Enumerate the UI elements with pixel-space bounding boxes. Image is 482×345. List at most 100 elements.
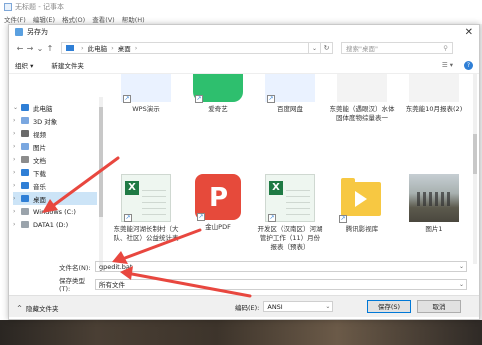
scrollbar-thumb[interactable] [473,134,477,174]
chevron-right-icon[interactable]: › [13,221,21,228]
view-options-icon[interactable]: ☰ ▾ [442,61,453,69]
sidebar-item-windows-c[interactable]: › Windows (C:) [13,205,97,218]
sidebar-item-this-pc[interactable]: ⌄ 此电脑 [13,101,97,114]
notepad-icon [4,3,12,11]
file-list: ↗ WPS演示 ↗ 爱奇艺 ↗ 百度网盘 东莞能（遇眼汉）水体固体度物综量表一 … [109,74,471,264]
chevron-down-icon[interactable]: ⌄ [459,262,464,272]
chevron-right-icon[interactable]: › [13,169,21,176]
menu-view[interactable]: 查看(V) [92,14,115,24]
file-list-scrollbar[interactable] [473,74,477,264]
menu-format[interactable]: 格式(O) [62,14,85,24]
organize-button[interactable]: 组织 ▾ [15,60,33,70]
filename-row: 文件名(N): gpedit.bat ⌄ [59,261,467,272]
scrollbar-thumb[interactable] [99,107,103,217]
address-dropdown-icon[interactable]: ⌄ [309,42,321,54]
filetype-select[interactable]: 所有文件 ⌄ [95,278,467,290]
filename-input[interactable]: gpedit.bat ⌄ [95,261,467,272]
sidebar-item-label: DATA1 (D:) [33,220,69,229]
drive-icon [21,221,29,228]
encoding-select[interactable]: ANSI ⌄ [263,301,334,312]
chevron-right-icon[interactable]: › [13,208,21,215]
file-item[interactable]: ↗ 腾讯影视库 [329,174,395,234]
chevron-down-icon[interactable]: ⌄ [13,104,21,111]
sidebar-item-videos[interactable]: › 视频 [13,127,97,140]
save-button[interactable]: 保存(S) [367,300,411,313]
search-input[interactable]: 搜索"桌面" ⚲ [341,42,453,54]
sidebar-item-music[interactable]: › 音乐 [13,179,97,192]
sidebar-item-label: 桌面 [33,195,46,204]
file-name: 金山PDF [205,223,231,231]
chevron-right-icon: › [111,44,114,52]
drive-icon [21,208,29,215]
recent-dropdown-icon[interactable]: ⌄ [35,44,45,53]
sidebar-item-label: 视频 [33,130,46,139]
cancel-button[interactable]: 取消 [417,300,461,313]
file-item[interactable]: ↗ WPS演示 [113,74,179,114]
back-icon[interactable]: ← [15,44,25,53]
file-item[interactable]: X ↗ 东莞能河湖长制村（大队、社区）公益统计表 [113,174,179,243]
forward-icon[interactable]: → [25,44,35,53]
notepad-title-bar: 无标题 - 记事本 [0,0,482,14]
file-name: 百度网盘 [277,105,303,113]
chevron-right-icon[interactable]: › [13,143,21,150]
videos-icon [21,130,29,137]
menu-help[interactable]: 帮助(H) [122,14,145,24]
file-item[interactable]: P ↗ 金山PDF [185,174,251,232]
sidebar-scrollbar[interactable] [99,97,103,267]
file-item[interactable]: 东莞能（遇眼汉）水体固体度物综量表一 [329,74,395,123]
file-name: 东莞能10月报表(2) [405,105,463,113]
pc-icon [21,104,29,111]
menu-file[interactable]: 文件(F) [4,14,26,24]
sidebar-item-3d-objects[interactable]: › 3D 对象 [13,114,97,127]
search-icon: ⚲ [443,44,448,52]
hide-folders-label: 隐藏文件夹 [26,305,59,313]
file-item[interactable]: 图片1 [401,174,467,234]
filename-label: 文件名(N): [59,263,91,272]
chevron-right-icon[interactable]: › [13,130,21,137]
encoding-label: 编码(E): [235,303,260,312]
hide-folders-toggle[interactable]: ^ 隐藏文件夹 [17,303,59,314]
excel-file-icon [409,74,459,102]
sidebar-item-documents[interactable]: › 文档 [13,153,97,166]
file-name: WPS演示 [132,105,160,113]
shortcut-arrow-icon: ↗ [124,214,132,222]
address-bar[interactable]: › 此电脑 › 桌面 › [61,42,309,54]
file-name: 东莞能（遇眼汉）水体固体度物综量表一 [329,105,395,122]
pictures-icon [21,143,29,150]
downloads-icon [21,169,29,176]
help-icon[interactable]: ? [464,60,473,70]
chevron-right-icon[interactable]: › [13,156,21,163]
sidebar-item-desktop[interactable]: › 桌面 [13,192,97,205]
notepad-app-icon [15,28,23,36]
sidebar-item-data1-d[interactable]: › DATA1 (D:) [13,218,97,231]
chevron-down-icon[interactable]: ⌄ [459,280,464,290]
background-desktop [0,320,482,345]
sidebar-item-label: 音乐 [33,182,46,191]
encoding-value: ANSI [267,303,283,311]
breadcrumb-pc[interactable]: 此电脑 [88,43,108,53]
file-item[interactable]: 东莞能10月报表(2) [401,74,467,114]
file-item[interactable]: ↗ 爱奇艺 [185,74,251,114]
file-name: 图片1 [425,225,443,233]
sidebar-item-downloads[interactable]: › 下载 [13,166,97,179]
chevron-down-icon[interactable]: ⌄ [325,302,330,312]
chevron-right-icon[interactable]: › [13,117,21,124]
chevron-right-icon: › [81,44,84,52]
close-icon[interactable]: ✕ [465,27,473,38]
chevron-right-icon[interactable]: › [13,195,21,202]
breadcrumb-desktop[interactable]: 桌面 [118,43,131,53]
menu-edit[interactable]: 编辑(E) [33,14,55,24]
sidebar-item-pictures[interactable]: › 图片 [13,140,97,153]
image-file-icon [409,174,459,222]
new-folder-button[interactable]: 新建文件夹 [51,60,84,70]
baidu-netdisk-icon: ↗ [265,74,315,103]
refresh-icon[interactable]: ↻ [321,42,333,54]
chevron-right-icon[interactable]: › [13,182,21,189]
file-item[interactable]: ↗ 百度网盘 [257,74,323,114]
pdf-icon: P ↗ [195,174,241,221]
sidebar-item-label: 下载 [33,169,46,178]
up-icon[interactable]: ↑ [45,44,55,53]
file-item[interactable]: X ↗ 开发区（汉南区）河湖管护工作（11）月份报表（预表） [257,174,323,252]
documents-icon [21,156,29,163]
encoding-row: 编码(E): ANSI ⌄ [235,301,334,312]
